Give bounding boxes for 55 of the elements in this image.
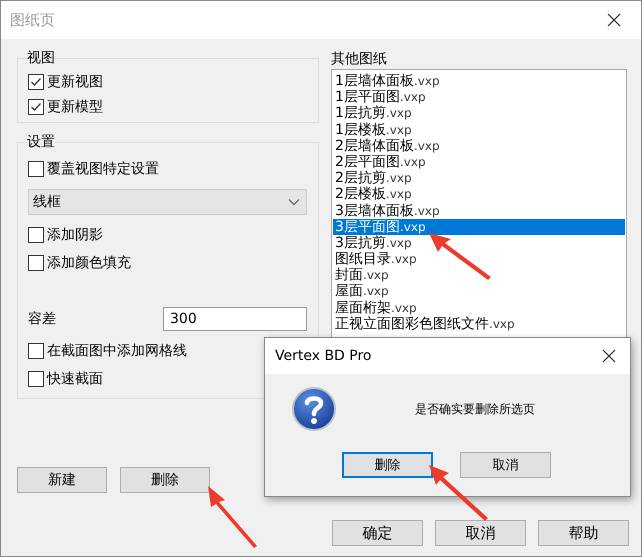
list-item[interactable]: 屋面桁架.vxp xyxy=(333,300,625,316)
annotation-arrow xyxy=(208,486,258,548)
list-item[interactable]: 3层平面图.vxp xyxy=(333,218,625,235)
list-item[interactable]: 1层墙体面板.vxp xyxy=(333,73,625,90)
list-item[interactable]: 3层抗剪.vxp xyxy=(333,234,625,252)
action-button[interactable]: 新建 xyxy=(17,467,107,493)
group-title: 设置 xyxy=(27,133,55,151)
checkbox[interactable] xyxy=(28,98,44,114)
close-icon[interactable] xyxy=(607,13,621,27)
checkbox-label: 快速截面 xyxy=(47,370,103,388)
list-title: 其他图纸 xyxy=(331,50,388,69)
dialog-button[interactable]: 确定 xyxy=(332,520,423,546)
window-title: 图纸页 xyxy=(10,10,55,30)
dialog-button[interactable]: 取消 xyxy=(435,520,526,546)
checkbox-label: 更新模型 xyxy=(47,98,103,116)
checkbox-label: 更新视图 xyxy=(47,72,103,90)
render-mode-dropdown[interactable]: 线框 xyxy=(28,189,307,215)
tolerance-field[interactable]: 300 xyxy=(163,307,307,331)
list-item[interactable]: 3层墙体面板.vxp xyxy=(333,202,625,219)
dialog-button[interactable]: 删除 xyxy=(342,452,433,478)
checkbox[interactable] xyxy=(28,343,44,359)
list-item[interactable]: 1层抗剪.vxp xyxy=(333,105,625,122)
dialog-button[interactable]: 帮助 xyxy=(538,520,629,546)
checkbox-label: 添加阴影 xyxy=(47,226,103,244)
checkmark-icon xyxy=(30,76,42,88)
checkbox[interactable] xyxy=(28,255,44,271)
dialog-button[interactable]: 取消 xyxy=(460,452,551,478)
list-item[interactable]: 1层楼板.vxp xyxy=(333,122,625,138)
list-item[interactable]: 封面.vxp xyxy=(333,267,625,284)
field-label: 容差 xyxy=(28,310,56,328)
list-item[interactable]: 屋面.vxp xyxy=(333,283,625,300)
list-item[interactable]: 2层墙体面板.vxp xyxy=(333,138,625,154)
list-item[interactable]: 1层平面图.vxp xyxy=(333,89,625,106)
chevron-icon xyxy=(288,198,300,206)
checkbox[interactable] xyxy=(28,74,44,90)
annotation-arrow xyxy=(429,465,489,521)
dialog-title: Vertex BD Pro xyxy=(275,348,372,364)
checkbox-label: 覆盖视图特定设置 xyxy=(47,160,159,178)
list-item[interactable]: 2层抗剪.vxp xyxy=(333,170,625,186)
checkbox-label: 添加颜色填充 xyxy=(47,254,131,272)
annotation-arrow xyxy=(429,233,493,281)
checkbox[interactable] xyxy=(28,227,44,243)
list-item[interactable]: 正视立面图彩色图纸文件.vxp xyxy=(333,316,625,332)
checkmark-icon xyxy=(30,100,42,112)
dialog-message: 是否确实要删除所选页 xyxy=(415,400,535,418)
group-title: 视图 xyxy=(27,49,55,67)
list-item[interactable]: 图纸目录.vxp xyxy=(333,251,625,268)
question-icon xyxy=(291,386,337,432)
list-item[interactable]: 2层楼板.vxp xyxy=(333,186,625,202)
close-icon[interactable] xyxy=(602,349,616,363)
list-item[interactable]: 2层平面图.vxp xyxy=(333,154,625,170)
checkbox-label: 在截面图中添加网格线 xyxy=(47,342,187,360)
action-button[interactable]: 删除 xyxy=(120,467,210,493)
checkbox[interactable] xyxy=(28,161,44,177)
checkbox[interactable] xyxy=(28,371,44,387)
